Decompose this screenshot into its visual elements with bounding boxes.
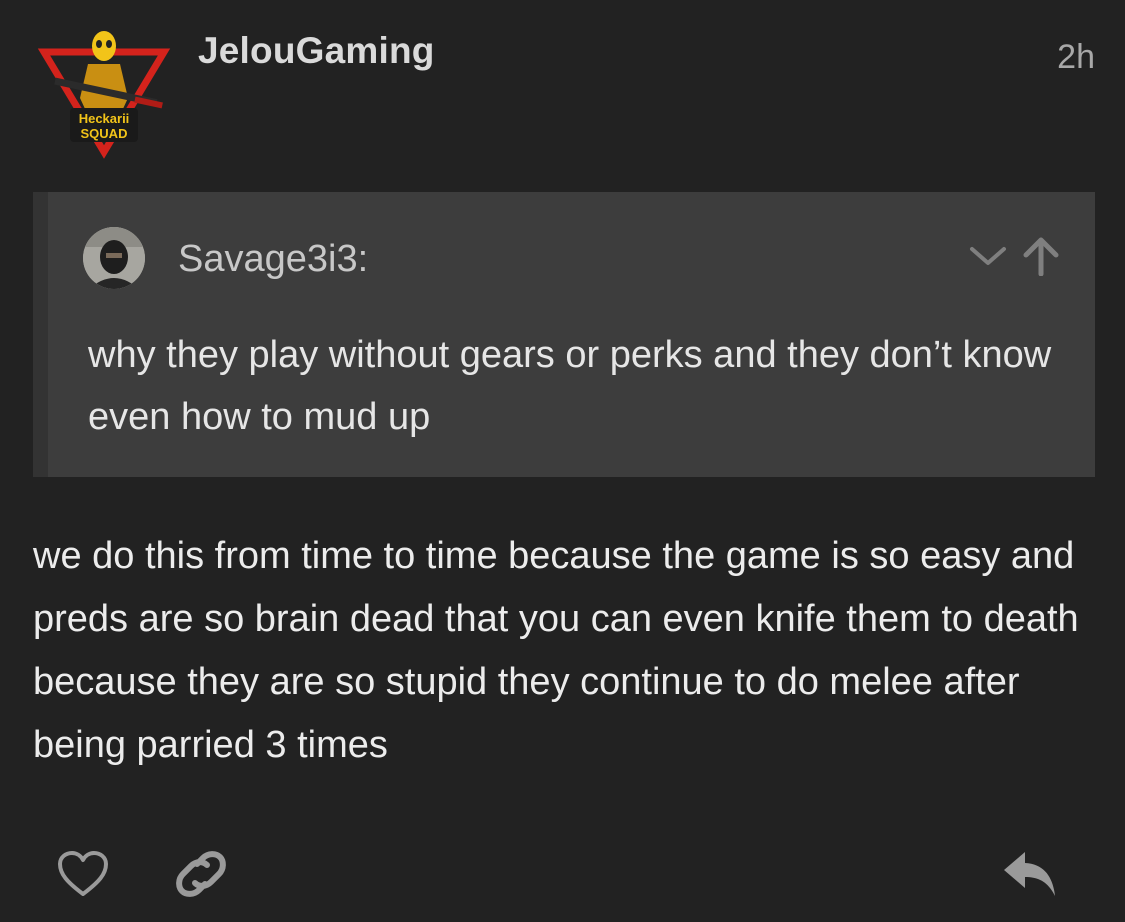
arrow-up-icon[interactable]: [1022, 236, 1060, 281]
heckarii-squad-logo: Heckarii SQUAD: [37, 31, 171, 159]
svg-text:Heckarii: Heckarii: [79, 111, 130, 126]
quote-author-avatar[interactable]: [83, 227, 145, 289]
quote-bar: [33, 192, 48, 477]
reply-icon[interactable]: [1001, 848, 1059, 902]
masked-person-avatar-icon: [83, 227, 145, 289]
post-timestamp[interactable]: 2h: [1057, 38, 1095, 77]
forum-post: Heckarii SQUAD JelouGaming 2h Savage3i3:: [0, 0, 1125, 922]
chevron-down-icon[interactable]: [968, 244, 1008, 273]
author-avatar[interactable]: Heckarii SQUAD: [36, 28, 172, 160]
post-body: we do this from time to time because the…: [33, 535, 1079, 766]
quote-text: why they play without gears or perks and…: [88, 334, 1052, 438]
post-actions: [55, 846, 229, 902]
quote-block: Savage3i3: why they play without gears o…: [33, 192, 1095, 477]
author-username[interactable]: JelouGaming: [198, 30, 435, 72]
heart-icon[interactable]: [55, 846, 111, 902]
quote-controls: [968, 236, 1060, 281]
svg-text:SQUAD: SQUAD: [81, 126, 128, 141]
quote-author[interactable]: Savage3i3:: [178, 238, 368, 281]
link-icon[interactable]: [173, 846, 229, 902]
